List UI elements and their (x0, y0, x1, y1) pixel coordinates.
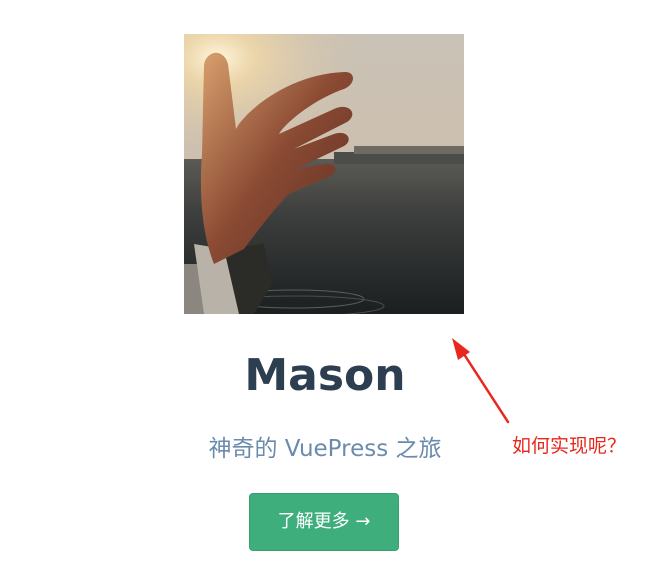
annotation-arrow-icon (452, 338, 510, 424)
annotation-text: 如何实现呢？ (512, 435, 627, 457)
learn-more-button[interactable]: 了解更多 → (249, 493, 399, 551)
hero-image (184, 34, 464, 314)
hero-title: Mason (244, 350, 406, 401)
